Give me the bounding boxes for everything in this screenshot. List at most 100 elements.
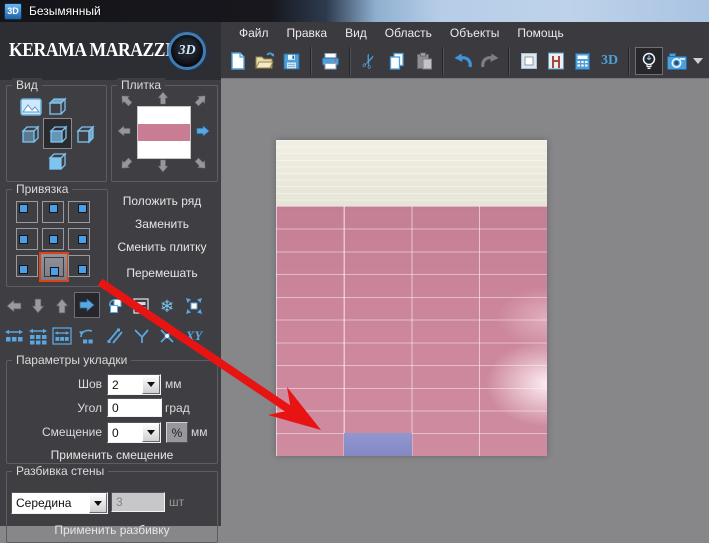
- open-folder-icon: [254, 51, 276, 71]
- menu-view[interactable]: Вид: [336, 25, 376, 41]
- toolbar-separator: [508, 47, 510, 75]
- lay-row-button[interactable]: Положить ряд: [106, 191, 218, 211]
- wall-split-mode-combobox[interactable]: Середина: [11, 492, 108, 514]
- menu-area[interactable]: Область: [376, 25, 441, 41]
- view-photo-button[interactable]: [19, 96, 43, 118]
- view-left-button[interactable]: [18, 122, 42, 146]
- offset-dropdown-button[interactable]: [142, 423, 160, 442]
- tile-move-up-button[interactable]: [155, 90, 171, 106]
- canvas-viewport[interactable]: [221, 78, 709, 527]
- arrow-down-icon: [30, 298, 46, 314]
- framed-offset-tool[interactable]: [50, 323, 74, 349]
- cube-bottom-icon: [46, 150, 68, 172]
- snap-top-right-button[interactable]: [68, 201, 90, 223]
- xy-axes-tool[interactable]: XY: [182, 323, 206, 349]
- row-offset-tool[interactable]: [2, 323, 26, 349]
- move-up-tool[interactable]: [50, 293, 74, 319]
- view-top-button[interactable]: [45, 94, 69, 118]
- angle-input[interactable]: 0: [107, 398, 162, 417]
- menu-file[interactable]: Файл: [230, 25, 278, 41]
- apply-offset-button[interactable]: Применить смещение: [7, 445, 217, 465]
- view-right-button[interactable]: [73, 122, 97, 146]
- seam-dropdown-button[interactable]: [142, 375, 160, 394]
- arrow-left-icon: [117, 124, 131, 138]
- tile-move-down-button[interactable]: [155, 158, 171, 174]
- tile-move-up-left-button[interactable]: [118, 92, 134, 108]
- curve-offset-icon: [76, 327, 96, 345]
- move-left-tool[interactable]: [2, 293, 26, 319]
- cut-button[interactable]: ✂: [356, 47, 383, 75]
- chevron-down-icon: [147, 430, 155, 435]
- undo-icon: [452, 51, 474, 71]
- wall-pink-tiles[interactable]: [276, 206, 547, 456]
- snap-marker: [78, 235, 87, 244]
- logo-area: KERAMA MARAZZI 3D: [0, 22, 221, 80]
- apply-wall-split-button[interactable]: Применить разбивку: [7, 520, 217, 540]
- junction-lines-tool[interactable]: [129, 323, 153, 349]
- redo-button[interactable]: [476, 47, 503, 75]
- xy-icon: XY: [186, 328, 203, 344]
- curve-offset-tool[interactable]: [74, 323, 98, 349]
- move-down-tool[interactable]: [26, 293, 50, 319]
- move-right-tool-selected[interactable]: [74, 292, 100, 318]
- tile-move-left-button[interactable]: [116, 123, 132, 139]
- seam-unit: мм: [165, 377, 182, 391]
- tile-wall[interactable]: [276, 140, 547, 456]
- print-button[interactable]: [317, 47, 344, 75]
- parallel-lines-tool[interactable]: [103, 323, 127, 349]
- arrow-up-icon: [156, 91, 170, 105]
- tile-move-up-right-button[interactable]: [193, 92, 209, 108]
- screenshot-button[interactable]: [663, 47, 690, 75]
- save-button[interactable]: [278, 47, 305, 75]
- copy-row-tool[interactable]: [103, 293, 127, 319]
- undo-button[interactable]: [449, 47, 476, 75]
- wall-split-dropdown-button[interactable]: [89, 493, 107, 513]
- cross-lines-tool[interactable]: [155, 323, 179, 349]
- wall-top-cream-tiles[interactable]: [276, 140, 547, 206]
- view-front-button[interactable]: [43, 118, 72, 149]
- snap-top-left-button[interactable]: [16, 201, 38, 223]
- estimate-calculator-button[interactable]: [569, 47, 596, 75]
- photo-icon: [20, 98, 42, 116]
- change-tile-button[interactable]: Сменить плитку: [106, 237, 218, 257]
- snap-bottom-center-button-selected[interactable]: [39, 252, 69, 282]
- snap-center-button[interactable]: [42, 228, 64, 250]
- 3d-view-button[interactable]: 3D: [596, 47, 623, 75]
- offset-unit: мм: [191, 425, 208, 439]
- offset-percent-button[interactable]: %: [166, 422, 188, 443]
- view-bottom-button[interactable]: [45, 149, 69, 173]
- seam-value: 2: [108, 378, 142, 392]
- snap-middle-left-button[interactable]: [16, 228, 38, 250]
- chevron-down-icon: [94, 501, 102, 506]
- menu-objects[interactable]: Объекты: [441, 25, 509, 41]
- freeze-tool[interactable]: ❄: [155, 293, 179, 319]
- paste-button[interactable]: [410, 47, 437, 75]
- snap-top-center-button[interactable]: [42, 201, 64, 223]
- snap-middle-right-button[interactable]: [68, 228, 90, 250]
- snap-bottom-right-button[interactable]: [68, 255, 90, 277]
- offset-combobox[interactable]: 0: [107, 422, 161, 443]
- menu-edit[interactable]: Правка: [278, 25, 337, 41]
- furniture-panel-button[interactable]: [542, 47, 569, 75]
- lighting-button[interactable]: [635, 47, 663, 75]
- grid-offset-tool[interactable]: [26, 323, 50, 349]
- copy-button[interactable]: [383, 47, 410, 75]
- toolbar-separator: [349, 47, 351, 75]
- move-area-tool[interactable]: [182, 293, 206, 319]
- menu-help[interactable]: Помощь: [508, 25, 572, 41]
- wall-split-mode-value: Середина: [12, 496, 89, 510]
- tile-preview-band: [138, 124, 190, 141]
- new-file-button[interactable]: [224, 47, 251, 75]
- selected-tile[interactable]: [344, 433, 412, 456]
- seam-combobox[interactable]: 2: [107, 374, 161, 395]
- snap-bottom-left-button[interactable]: [16, 255, 38, 277]
- rows-panel-tool[interactable]: [129, 293, 153, 319]
- screenshot-options-button[interactable]: [690, 47, 706, 75]
- tile-move-down-left-button[interactable]: [118, 156, 134, 172]
- tile-move-right-button[interactable]: [195, 123, 211, 139]
- materials-panel-button[interactable]: [515, 47, 542, 75]
- open-file-button[interactable]: [251, 47, 278, 75]
- shuffle-button[interactable]: Перемешать: [106, 263, 218, 283]
- replace-button[interactable]: Заменить: [106, 214, 218, 234]
- tile-move-down-right-button[interactable]: [193, 156, 209, 172]
